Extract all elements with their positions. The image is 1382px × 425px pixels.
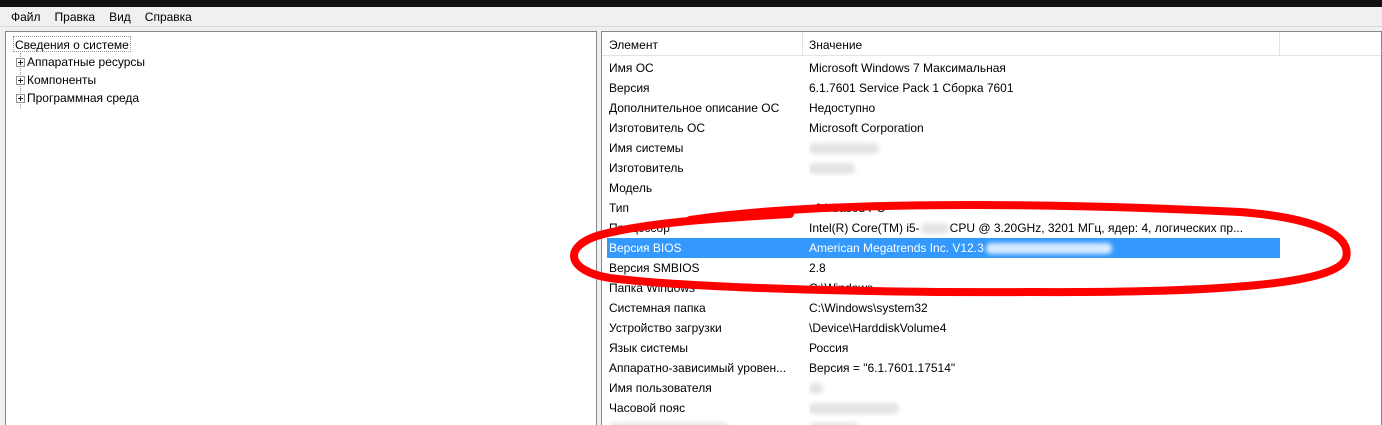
table-row[interactable]: Тип x64-based PC <box>607 198 1280 218</box>
row-item: Часовой пояс <box>609 401 686 415</box>
table-row-partial[interactable] <box>607 418 1280 425</box>
details-list[interactable]: Элемент Значение Имя ОС Microsoft Window… <box>601 31 1382 425</box>
row-item: Системная папка <box>609 301 706 315</box>
row-item: Версия BIOS <box>609 241 682 255</box>
table-row[interactable]: Версия 6.1.7601 Service Pack 1 Сборка 76… <box>607 78 1280 98</box>
row-value: Microsoft Windows 7 Максимальная <box>809 61 1006 75</box>
row-item-redacted <box>609 418 805 425</box>
column-header-item[interactable]: Элемент <box>602 32 803 56</box>
menu-bar: Файл Правка Вид Справка <box>0 7 1382 27</box>
main-area: Сведения о системе Аппаратные ресурсы Ко… <box>0 28 1382 425</box>
row-item: Язык системы <box>609 341 688 355</box>
tree-item-components[interactable]: Компоненты <box>16 71 96 89</box>
row-item: Папка Windows <box>609 281 695 295</box>
row-value-redacted <box>809 378 1279 398</box>
tree-expand-icon[interactable] <box>16 75 25 85</box>
row-value: C:\Windows <box>809 281 874 295</box>
list-rows: Имя ОС Microsoft Windows 7 Максимальная … <box>607 58 1367 425</box>
row-value: \Device\HarddiskVolume4 <box>809 321 947 335</box>
row-item: Модель <box>609 181 653 195</box>
table-row[interactable]: Системная папка C:\Windows\system32 <box>607 298 1280 318</box>
row-value: Microsoft Corporation <box>809 121 924 135</box>
row-item: Изготовитель <box>609 161 684 175</box>
table-row[interactable]: Аппаратно-зависимый уровен... Версия = "… <box>607 358 1280 378</box>
window-top-edge <box>0 0 1382 7</box>
row-item: Версия SMBIOS <box>609 261 700 275</box>
table-row[interactable]: Версия SMBIOS 2.8 <box>607 258 1280 278</box>
row-value: C:\Windows\system32 <box>809 301 928 315</box>
row-item: Дополнительное описание ОС <box>609 101 780 115</box>
row-value-redacted <box>809 398 1279 418</box>
menu-edit[interactable]: Правка <box>48 7 103 27</box>
row-value: Россия <box>809 341 849 355</box>
cpu-model-rest: CPU @ 3.20GHz, 3201 МГц, ядер: 4, логиче… <box>949 221 1244 235</box>
tree-item-software-environment[interactable]: Программная среда <box>16 89 139 107</box>
tree-item-hardware-resources[interactable]: Аппаратные ресурсы <box>16 53 145 71</box>
tree-root-system-summary[interactable]: Сведения о системе <box>13 36 131 52</box>
menu-help[interactable]: Справка <box>138 7 199 27</box>
row-value: Версия = "6.1.7601.17514" <box>809 361 956 375</box>
column-header-value[interactable]: Значение <box>803 32 1280 56</box>
table-row[interactable]: Имя ОС Microsoft Windows 7 Максимальная <box>607 58 1280 78</box>
list-header: Элемент Значение <box>602 32 1381 56</box>
row-value: 6.1.7601 Service Pack 1 Сборка 7601 <box>809 81 1014 95</box>
row-value: x64-based PC <box>809 201 886 215</box>
table-row[interactable]: Процессор Intel(R) Core(TM) i5- CPU @ 3.2… <box>607 218 1280 238</box>
row-value-redacted <box>809 138 1279 158</box>
category-tree[interactable]: Сведения о системе Аппаратные ресурсы Ко… <box>5 31 597 425</box>
table-row[interactable]: Часовой пояс <box>607 398 1280 418</box>
table-row[interactable]: Устройство загрузки \Device\HarddiskVolu… <box>607 318 1280 338</box>
bios-version-start: American Megatrends Inc. V12.3 <box>809 241 984 255</box>
tree-expand-icon[interactable] <box>16 93 25 103</box>
bios-version-redacted <box>985 243 1112 255</box>
tree-item-label: Программная среда <box>27 91 140 105</box>
table-row[interactable]: Имя системы <box>607 138 1280 158</box>
tree-expand-icon[interactable] <box>16 57 25 67</box>
cpu-model-redacted <box>920 223 949 235</box>
table-row[interactable]: Дополнительное описание ОС Недоступно <box>607 98 1280 118</box>
menu-file[interactable]: Файл <box>4 7 48 27</box>
tree-item-label: Компоненты <box>27 73 97 87</box>
cpu-model-start: Intel(R) Core(TM) i5- <box>809 221 920 235</box>
row-value: Intel(R) Core(TM) i5- CPU @ 3.20GHz, 3201… <box>809 218 1279 238</box>
row-item: Имя пользователя <box>609 381 712 395</box>
row-item: Тип <box>609 201 630 215</box>
row-item: Устройство загрузки <box>609 321 722 335</box>
row-item: Версия <box>609 81 650 95</box>
table-row-selected[interactable]: Версия BIOS American Megatrends Inc. V12… <box>607 238 1280 258</box>
row-value-redacted <box>809 158 1279 178</box>
row-item: Имя ОС <box>609 61 654 75</box>
row-value: Недоступно <box>809 101 876 115</box>
row-item: Аппаратно-зависимый уровен... <box>609 361 787 375</box>
table-row[interactable]: Язык системы Россия <box>607 338 1280 358</box>
table-row[interactable]: Изготовитель ОС Microsoft Corporation <box>607 118 1280 138</box>
row-item: Имя системы <box>609 141 684 155</box>
table-row[interactable]: Модель <box>607 178 1280 198</box>
table-row[interactable]: Изготовитель <box>607 158 1280 178</box>
row-item: Изготовитель ОС <box>609 121 705 135</box>
table-row[interactable]: Имя пользователя <box>607 378 1280 398</box>
row-value: American Megatrends Inc. V12.3 <box>809 238 1279 258</box>
tree-item-label: Аппаратные ресурсы <box>27 55 146 69</box>
menu-view[interactable]: Вид <box>102 7 138 27</box>
table-row[interactable]: Папка Windows C:\Windows <box>607 278 1280 298</box>
row-value-redacted <box>809 418 1279 425</box>
row-item: Процессор <box>609 221 670 235</box>
row-value: 2.8 <box>809 261 826 275</box>
